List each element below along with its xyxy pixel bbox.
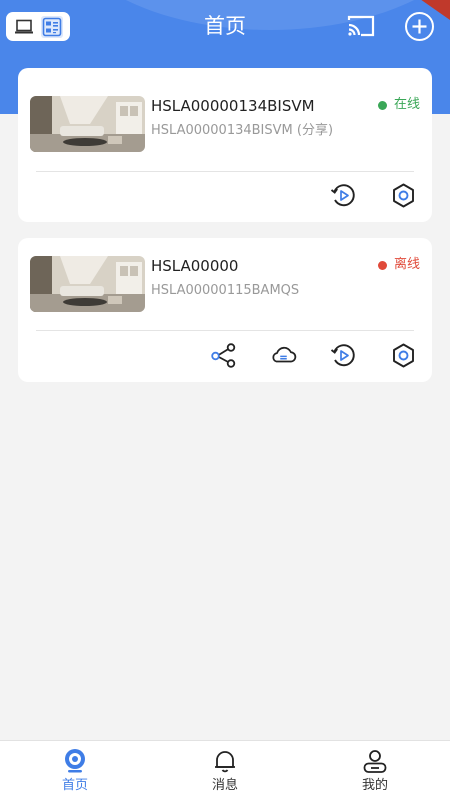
device-card[interactable]: HSLA00000134BISVM HSLA00000134BISVM (分享)… (18, 68, 432, 222)
status-badge: 离线 (377, 256, 420, 274)
status-dot (377, 260, 387, 270)
divider (36, 330, 414, 331)
plus-circle-icon[interactable] (404, 11, 435, 42)
bottom-tab-bar: 首页 消息 我的 (0, 740, 450, 800)
playback-icon[interactable] (330, 342, 357, 369)
status-label: 在线 (393, 97, 420, 112)
page-title: 首页 (204, 14, 246, 38)
settings-gear-icon[interactable] (390, 182, 417, 209)
divider (36, 171, 414, 172)
cast-icon[interactable] (346, 12, 376, 40)
status-badge: 在线 (377, 96, 420, 114)
tab-label: 我的 (361, 778, 388, 793)
camera-home-icon (61, 748, 89, 774)
tab-home[interactable]: 首页 (0, 741, 150, 800)
tab-label: 消息 (211, 778, 238, 793)
device-actions (330, 182, 417, 209)
cloud-icon[interactable] (270, 342, 297, 369)
settings-gear-icon[interactable] (390, 342, 417, 369)
playback-icon[interactable] (330, 182, 357, 209)
user-icon (361, 748, 389, 774)
device-id-subtitle: HSLA00000134BISVM (分享) (151, 123, 334, 138)
device-name: HSLA00000134BISVM (151, 97, 315, 115)
device-name: HSLA00000 (151, 257, 239, 275)
device-id-subtitle: HSLA00000115BAMQS (151, 283, 300, 298)
tab-label: 首页 (61, 778, 88, 793)
status-label: 离线 (393, 257, 420, 272)
tab-profile[interactable]: 我的 (300, 741, 450, 800)
device-card[interactable]: HSLA00000 HSLA00000115BAMQS 离线 (18, 238, 432, 382)
share-icon[interactable] (210, 342, 237, 369)
tab-messages[interactable]: 消息 (150, 741, 300, 800)
bell-icon (211, 748, 239, 774)
device-thumbnail[interactable] (30, 256, 145, 312)
device-actions (210, 342, 417, 369)
device-thumbnail[interactable] (30, 96, 145, 152)
status-dot (377, 100, 387, 110)
